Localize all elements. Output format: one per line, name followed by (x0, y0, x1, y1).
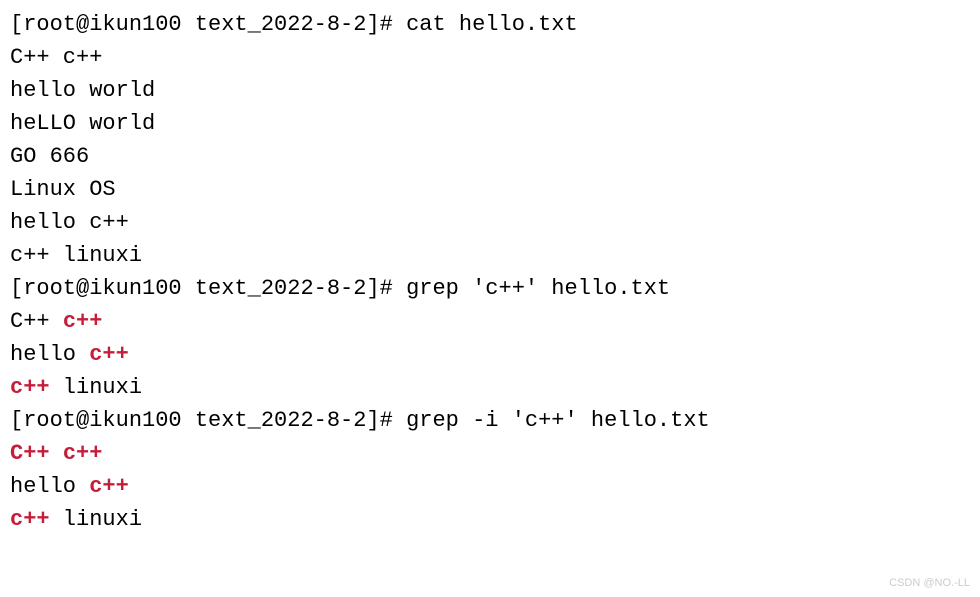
output-line: C++ c++ (10, 41, 970, 74)
output-line: Linux OS (10, 173, 970, 206)
output-line: heLLO world (10, 107, 970, 140)
prompt: [root@ikun100 text_2022-8-2]# (10, 276, 406, 301)
prompt: [root@ikun100 text_2022-8-2]# (10, 12, 406, 37)
output-line: hello world (10, 74, 970, 107)
grep-output-line: C++ c++ (10, 305, 970, 338)
output-line: hello c++ (10, 206, 970, 239)
command-text: grep 'c++' hello.txt (406, 276, 670, 301)
watermark-text: CSDN @NO.-LL (889, 575, 970, 592)
grep-match: c++ (63, 309, 103, 334)
grep-match: c++ (10, 507, 50, 532)
grep-output-line: c++ linuxi (10, 371, 970, 404)
grep-output-line: C++ c++ (10, 437, 970, 470)
output-line: GO 666 (10, 140, 970, 173)
command-text: grep -i 'c++' hello.txt (406, 408, 710, 433)
grep-match: c++ (10, 375, 50, 400)
grep-output-line: hello c++ (10, 338, 970, 371)
grep-match: c++ (89, 474, 129, 499)
command-line[interactable]: [root@ikun100 text_2022-8-2]# cat hello.… (10, 8, 970, 41)
grep-output-line: c++ linuxi (10, 503, 970, 536)
grep-match: c++ (89, 342, 129, 367)
command-text: cat hello.txt (406, 12, 578, 37)
grep-output-line: hello c++ (10, 470, 970, 503)
prompt: [root@ikun100 text_2022-8-2]# (10, 408, 406, 433)
command-line[interactable]: [root@ikun100 text_2022-8-2]# grep 'c++'… (10, 272, 970, 305)
grep-match: C++ (10, 441, 50, 466)
command-line[interactable]: [root@ikun100 text_2022-8-2]# grep -i 'c… (10, 404, 970, 437)
terminal-output: [root@ikun100 text_2022-8-2]# cat hello.… (10, 8, 970, 536)
grep-match: c++ (63, 441, 103, 466)
output-line: c++ linuxi (10, 239, 970, 272)
